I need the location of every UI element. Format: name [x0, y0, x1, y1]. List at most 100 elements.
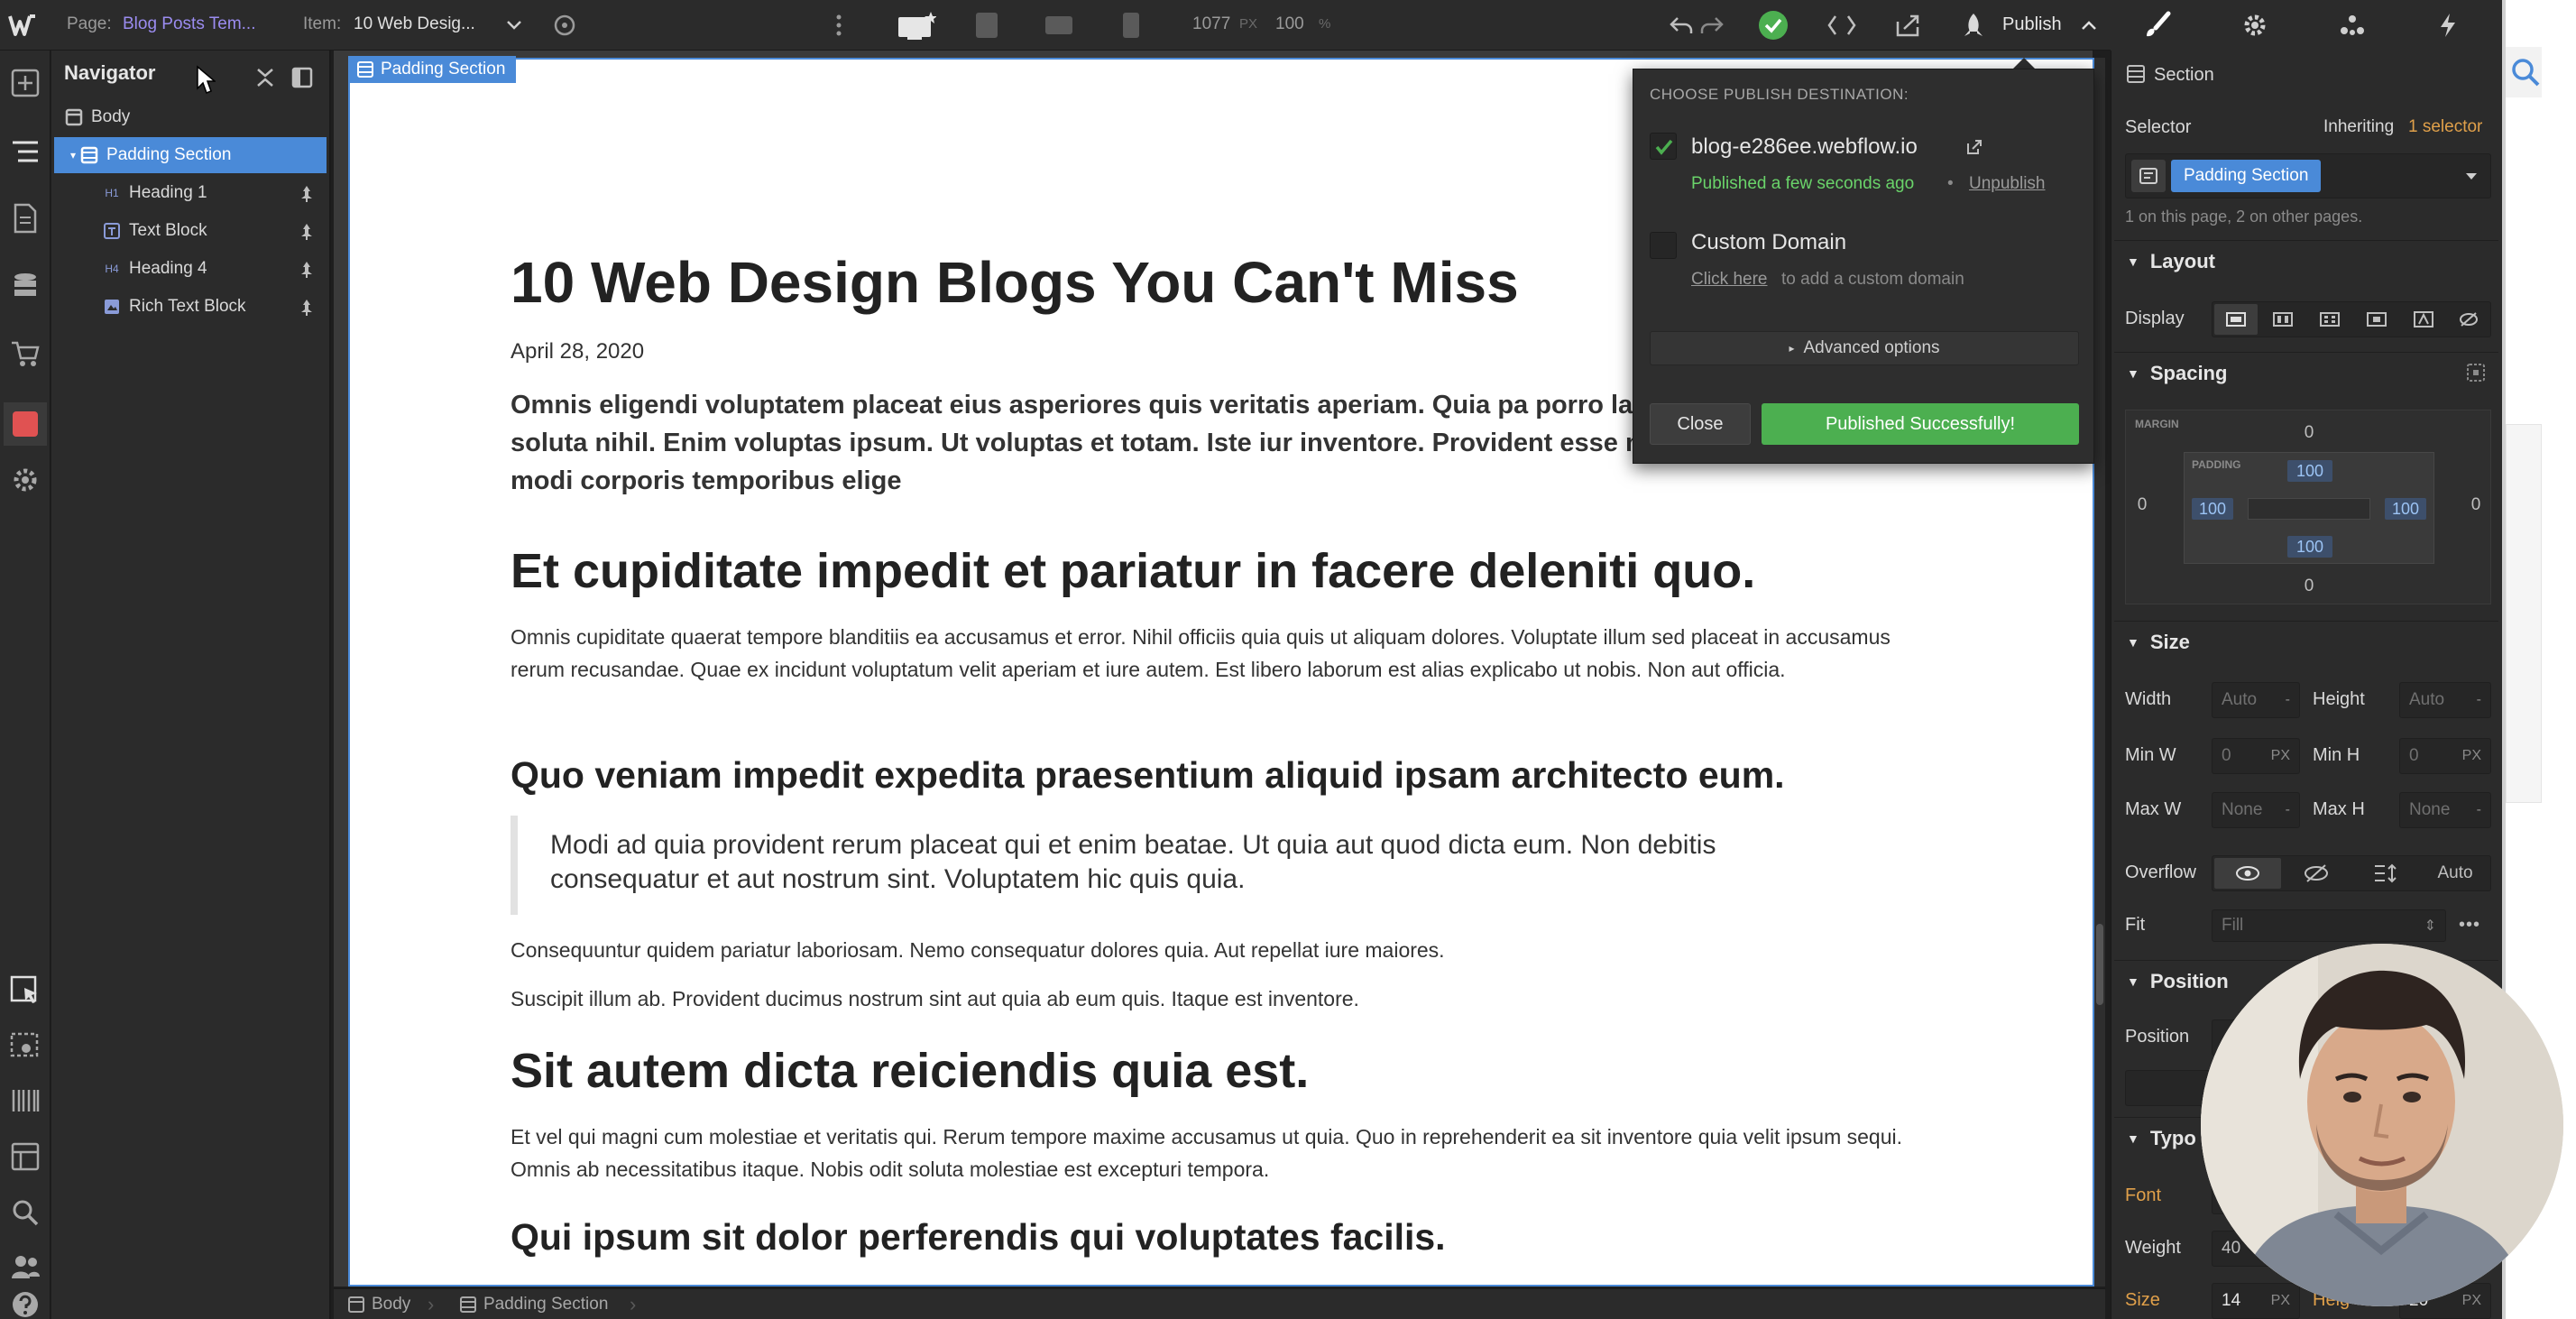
margin-box[interactable]: MARGIN 0 0 0 0 PADDING 100 100 100 100 [2125, 410, 2491, 604]
display-none-icon[interactable] [2447, 304, 2490, 335]
field-unit[interactable]: PX [2462, 1293, 2481, 1309]
publish-button[interactable]: Publish [2002, 0, 2062, 49]
pages-icon[interactable] [7, 200, 43, 236]
ecommerce-cart-icon[interactable] [7, 336, 43, 372]
display-inline-block-icon[interactable] [2355, 304, 2398, 335]
expand-caret-icon[interactable]: ▾ [70, 149, 76, 161]
display-flex-icon[interactable] [2261, 304, 2305, 335]
nav-item-padding-section[interactable]: ▾ Padding Section [54, 137, 327, 173]
navigator-icon[interactable] [7, 134, 43, 170]
paragraph[interactable]: Et vel qui magni cum molestiae et verita… [511, 1121, 1918, 1185]
nav-item-heading-4[interactable]: H4 Heading 4 [51, 251, 327, 287]
article-title[interactable]: 10 Web Design Blogs You Can't Miss [511, 249, 1519, 316]
overflow-hidden-icon[interactable] [2283, 858, 2350, 889]
mobile-landscape-icon[interactable] [1043, 9, 1075, 42]
display-grid-icon[interactable] [2308, 304, 2351, 335]
mobile-portrait-icon[interactable] [1115, 9, 1147, 42]
field-unit[interactable]: PX [2271, 1293, 2290, 1309]
unpublish-link[interactable]: Unpublish [1969, 174, 2046, 194]
webflow-domain-checkbox[interactable] [1650, 133, 1677, 160]
tablet-breakpoint-icon[interactable] [971, 9, 1003, 42]
export-icon[interactable] [1892, 9, 1925, 42]
min-width-input[interactable]: 0 PX [2212, 738, 2300, 774]
add-element-icon[interactable] [7, 65, 43, 101]
padding-box[interactable]: PADDING 100 100 100 100 [2184, 452, 2434, 564]
lightning-icon[interactable] [2432, 9, 2464, 42]
breadcrumb-item-body[interactable]: Body [348, 1295, 410, 1314]
padding-top-value[interactable]: 100 [2287, 460, 2332, 482]
desktop-breakpoint-icon[interactable] [895, 9, 938, 42]
min-height-input[interactable]: 0 PX [2399, 738, 2491, 774]
redo-icon[interactable] [1696, 9, 1728, 42]
fit-select[interactable]: Fill ⇕ [2212, 909, 2446, 942]
paragraph[interactable]: Consequuntur quidem pariatur laboriosam.… [511, 938, 1445, 963]
heading-3[interactable]: Quo veniam impedit expedita praesentium … [511, 754, 1785, 797]
max-height-input[interactable]: None - [2399, 792, 2491, 828]
custom-domain-link[interactable]: Click here [1691, 270, 1767, 290]
nav-item-heading-1[interactable]: H1 Heading 1 [51, 175, 327, 211]
selector-field[interactable]: Padding Section [2125, 153, 2491, 198]
select-cursor-icon[interactable] [7, 973, 43, 1009]
page-selector[interactable]: Blog Posts Tem... [123, 0, 256, 49]
interactions-drops-icon[interactable] [2336, 9, 2369, 42]
article-date[interactable]: April 28, 2020 [511, 339, 644, 364]
symbols-icon[interactable] [4, 402, 47, 446]
item-selector[interactable]: 10 Web Desig... [354, 0, 475, 49]
spacing-section-header[interactable]: ▼ Spacing [2114, 352, 2498, 393]
width-input[interactable]: Auto - [2212, 682, 2300, 718]
canvas-scrollbar[interactable] [2094, 58, 2105, 1287]
inheriting-selector-count[interactable]: 1 selector [2408, 117, 2482, 137]
external-link-icon[interactable] [1965, 138, 1983, 156]
max-width-input[interactable]: None - [2212, 792, 2300, 828]
code-icon[interactable] [1826, 9, 1858, 42]
spacing-options-icon[interactable] [2466, 363, 2486, 383]
padding-right-value[interactable]: 100 [2385, 498, 2426, 520]
heading-2[interactable]: Et cupiditate impedit et pariatur in fac… [511, 543, 1755, 599]
preview-selection-icon[interactable] [7, 1028, 43, 1065]
settings-gear-icon[interactable] [2239, 9, 2271, 42]
overflow-visible-eye-icon[interactable] [2214, 858, 2281, 889]
overflow-scroll-icon[interactable] [2351, 858, 2418, 889]
margin-bottom-value[interactable]: 0 [2126, 576, 2492, 596]
display-block-icon[interactable] [2214, 304, 2258, 335]
font-size-input[interactable]: 14 PX [2212, 1283, 2300, 1319]
paragraph[interactable]: Omnis cupiditate quaerat tempore blandit… [511, 621, 1927, 686]
chevron-down-icon[interactable] [498, 9, 530, 42]
article-intro[interactable]: Omnis eligendi voluptatem placeat eius a… [511, 386, 1773, 500]
webflow-logo-icon[interactable] [7, 9, 40, 42]
selection-tag[interactable]: Padding Section [348, 56, 517, 83]
users-icon[interactable] [7, 1249, 43, 1285]
undo-icon[interactable] [1665, 9, 1697, 42]
caret-down-icon[interactable] [2465, 172, 2478, 181]
scrollbar-thumb[interactable] [2096, 924, 2103, 1005]
size-section-header[interactable]: ▼ Size [2114, 621, 2498, 662]
help-icon[interactable] [7, 1287, 43, 1319]
pin-icon[interactable] [299, 222, 315, 240]
field-unit[interactable]: PX [2462, 748, 2481, 764]
padding-left-value[interactable]: 100 [2192, 498, 2233, 520]
nav-item-rich-text-block[interactable]: Rich Text Block [51, 289, 327, 325]
chevron-up-icon[interactable] [2073, 9, 2105, 42]
dock-panel-icon[interactable] [291, 67, 313, 88]
publish-rocket-icon[interactable] [1957, 9, 1990, 42]
margin-top-value[interactable]: 0 [2126, 423, 2492, 443]
margin-left-value[interactable]: 0 [2126, 495, 2158, 515]
selector-tag[interactable]: Padding Section [2171, 160, 2322, 192]
layout-section-header[interactable]: ▼ Layout [2114, 240, 2498, 281]
paragraph[interactable]: Suscipit illum ab. Provident ducimus nos… [511, 987, 1359, 1011]
heading-3[interactable]: Qui ipsum sit dolor perferendis qui volu… [511, 1216, 1446, 1259]
style-brush-icon[interactable] [2141, 9, 2174, 42]
nav-item-body[interactable]: Body [51, 99, 327, 135]
margin-right-value[interactable]: 0 [2460, 495, 2492, 515]
more-options-icon[interactable]: ••• [2459, 915, 2480, 936]
blockquote[interactable]: Modi ad quia provident rerum placeat qui… [550, 828, 1813, 897]
more-vertical-icon[interactable] [823, 9, 855, 42]
selector-options-icon[interactable] [2131, 160, 2166, 192]
breadcrumb-item-padding-section[interactable]: Padding Section [460, 1295, 608, 1314]
published-successfully-button[interactable]: Published Successfully! [1762, 403, 2079, 445]
overflow-auto-option[interactable]: Auto [2420, 858, 2490, 889]
site-settings-gear-icon[interactable] [7, 462, 43, 498]
cms-database-icon[interactable] [7, 269, 43, 305]
height-input[interactable]: Auto - [2399, 682, 2491, 718]
nav-item-text-block[interactable]: Text Block [51, 213, 327, 249]
